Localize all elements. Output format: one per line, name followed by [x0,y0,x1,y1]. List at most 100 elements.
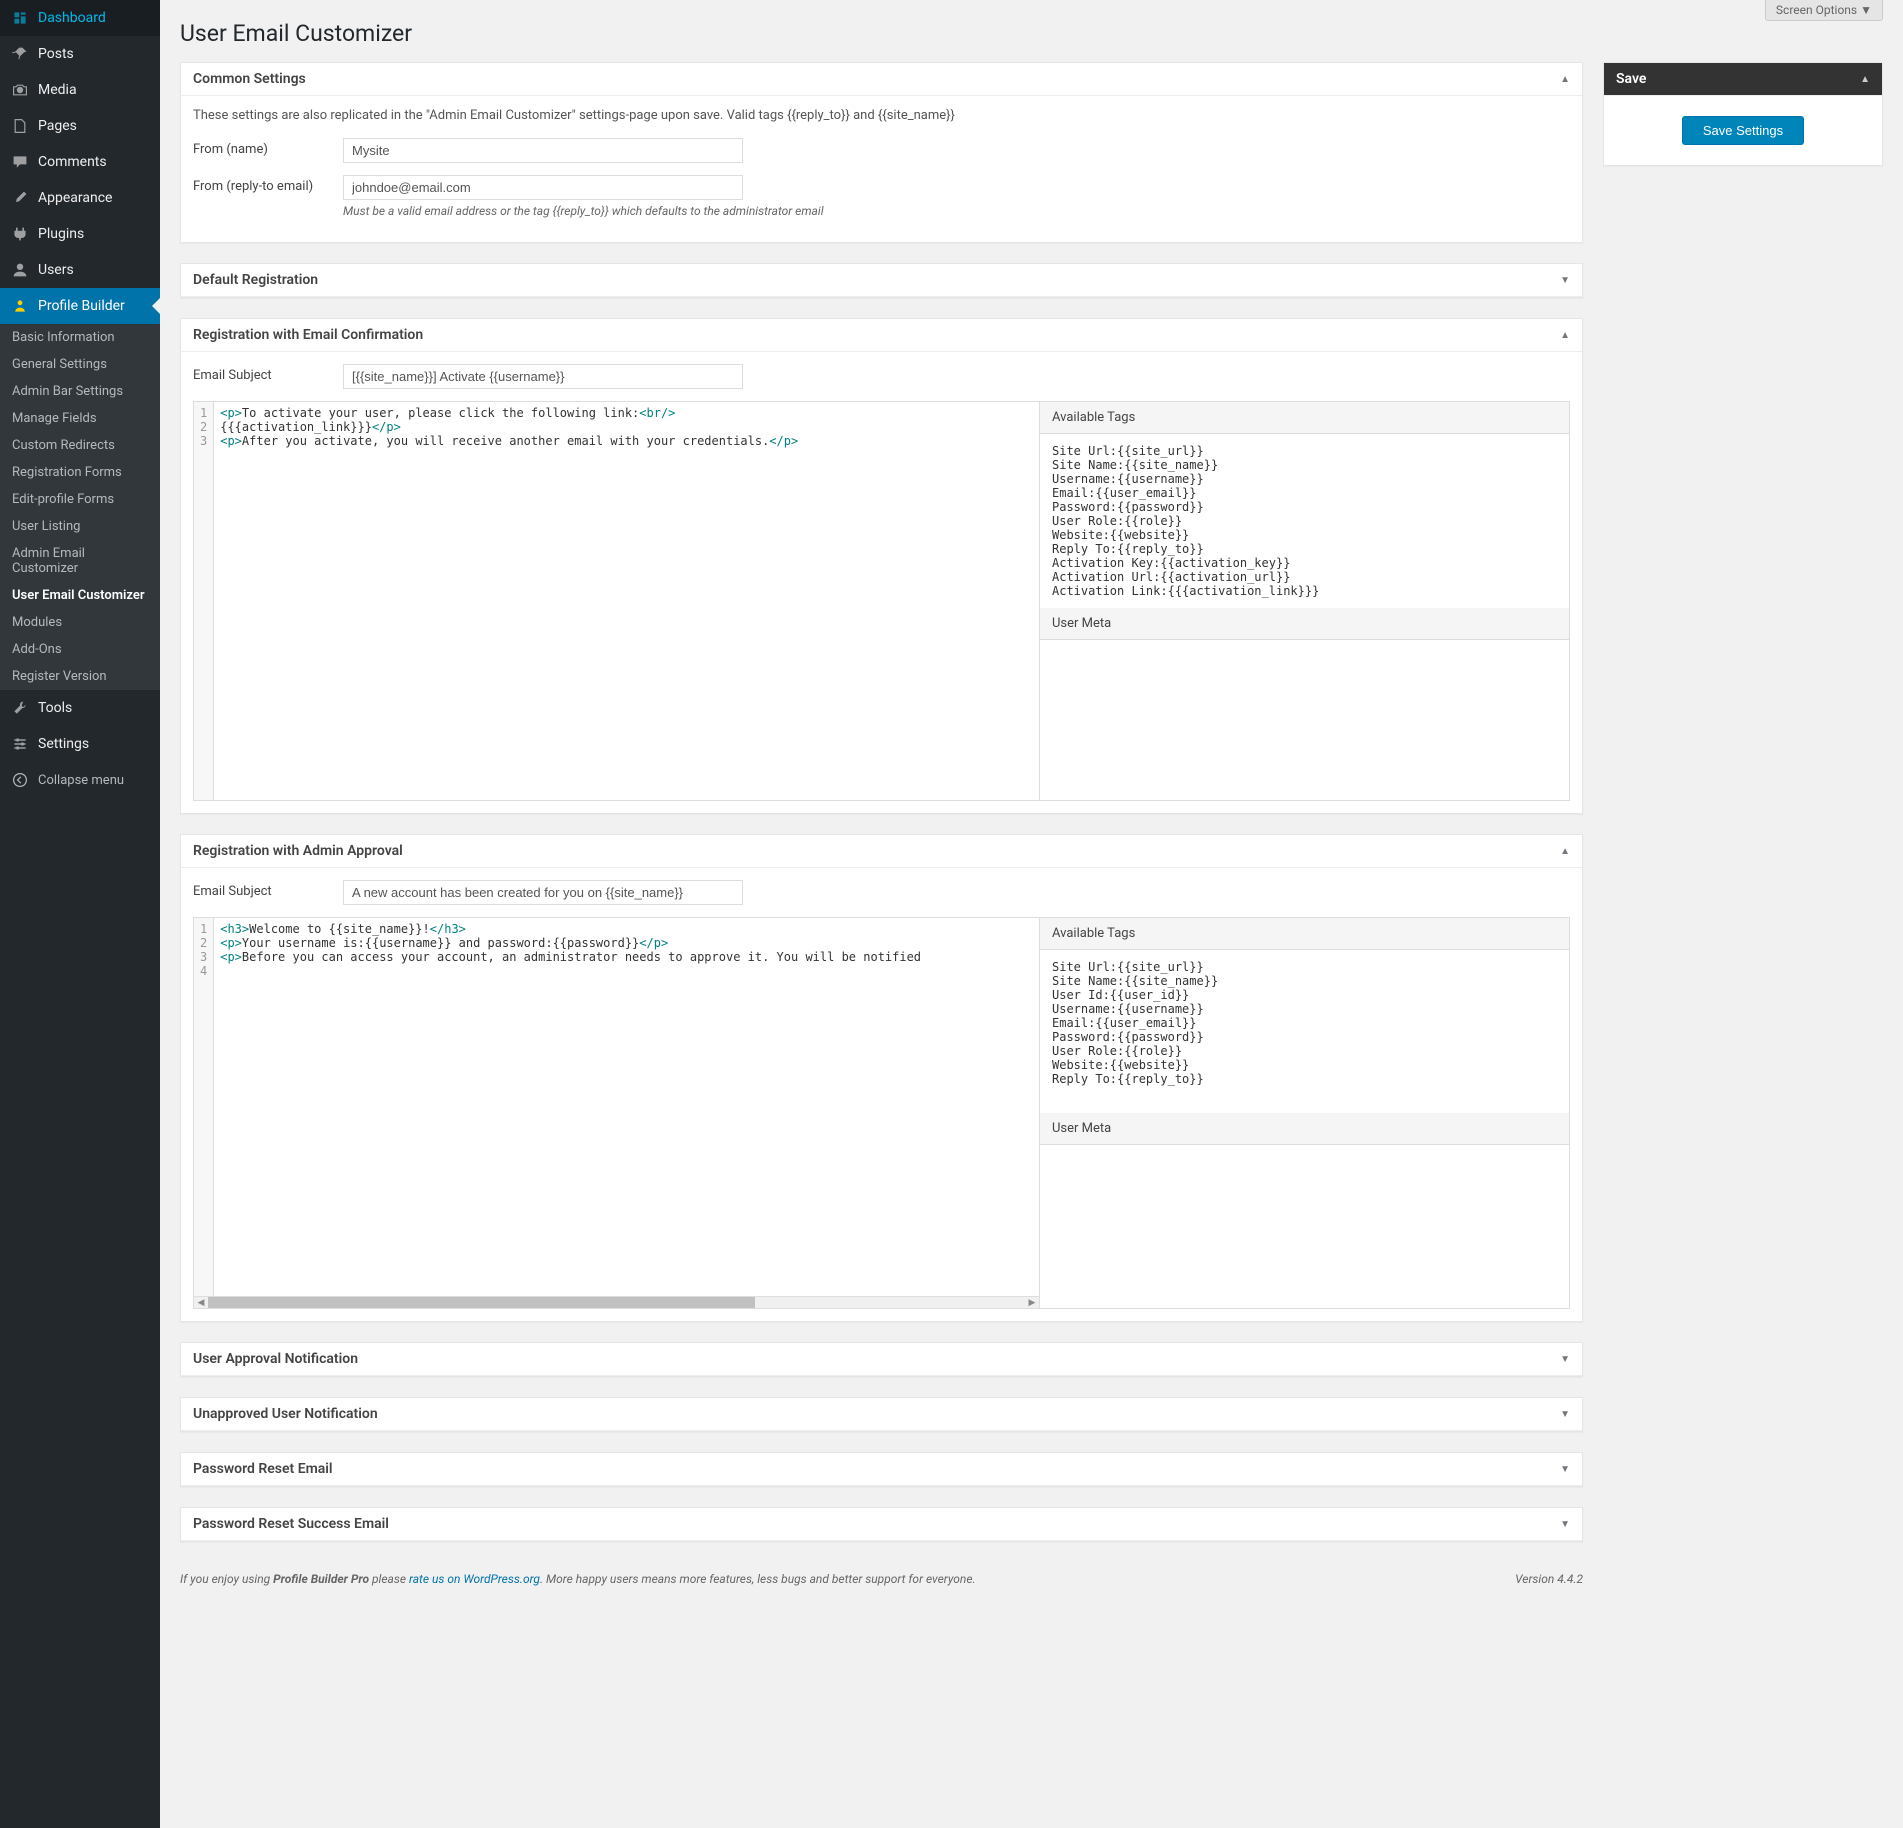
chevron-up-icon: ▲ [1560,846,1570,857]
submenu-basic-info[interactable]: Basic Information [0,324,160,351]
box-header[interactable]: Password Reset Email ▼ [181,1453,1582,1486]
chevron-down-icon: ▼ [1560,1354,1570,1365]
editor-code[interactable]: <h3>Welcome to {{site_name}}!</h3> <p>Yo… [214,918,1039,1296]
editor-code[interactable]: <p>To activate your user, please click t… [214,402,1039,800]
rate-link[interactable]: rate us on WordPress.org [409,1572,540,1586]
menu-settings[interactable]: Settings [0,726,160,762]
code-editor[interactable]: 1234 <h3>Welcome to {{site_name}}!</h3> … [193,917,1040,1297]
box-closed: Unapproved User Notification▼ [180,1397,1583,1432]
collapse-label: Collapse menu [38,773,124,788]
submenu-custom-redirects[interactable]: Custom Redirects [0,432,160,459]
menu-dashboard[interactable]: Dashboard [0,0,160,36]
submenu-modules[interactable]: Modules [0,609,160,636]
footer-text: please [369,1572,409,1586]
menu-pages[interactable]: Pages [0,108,160,144]
submenu-user-email-customizer[interactable]: User Email Customizer [0,582,160,609]
menu-plugins[interactable]: Plugins [0,216,160,252]
from-name-input[interactable] [343,138,743,163]
from-email-help: Must be a valid email address or the tag… [343,204,1570,218]
menu-appearance[interactable]: Appearance [0,180,160,216]
plug-icon [10,224,30,244]
box-title: User Approval Notification [193,1351,358,1367]
tags-panel: Available Tags Site Url:{{site_url}} Sit… [1040,401,1570,801]
box-default-reg-header[interactable]: Default Registration ▼ [181,264,1582,297]
box-email-confirmation: Registration with Email Confirmation ▲ E… [180,318,1583,814]
comment-icon [10,152,30,172]
box-common-header[interactable]: Common Settings ▲ [181,63,1582,96]
save-settings-button[interactable]: Save Settings [1682,116,1804,145]
box-title: Registration with Admin Approval [193,843,403,859]
submenu-admin-bar[interactable]: Admin Bar Settings [0,378,160,405]
box-header[interactable]: User Approval Notification ▼ [181,1343,1582,1376]
scroll-right-icon[interactable]: ▶ [1025,1298,1039,1308]
menu-label: Plugins [38,226,84,242]
user-meta-header[interactable]: User Meta [1040,1113,1569,1145]
from-name-label: From (name) [193,138,343,157]
sliders-icon [10,734,30,754]
scroll-left-icon[interactable]: ◀ [194,1298,208,1308]
menu-posts[interactable]: Posts [0,36,160,72]
submenu-admin-email-customizer[interactable]: Admin Email Customizer [0,540,160,582]
box-title: Default Registration [193,272,318,288]
submenu-general-settings[interactable]: General Settings [0,351,160,378]
wrench-icon [10,698,30,718]
box-title: Common Settings [193,71,306,87]
submenu-register-version[interactable]: Register Version [0,663,160,690]
email-subject-input[interactable] [343,364,743,389]
submenu-user-listing[interactable]: User Listing [0,513,160,540]
box-save-header[interactable]: Save ▲ [1604,63,1882,96]
pin-icon [10,44,30,64]
horizontal-scrollbar[interactable]: ◀ ▶ [193,1297,1040,1309]
menu-label: Media [38,82,77,98]
available-tags-body: Site Url:{{site_url}} Site Name:{{site_n… [1040,950,1569,1113]
box-admin-approval-header[interactable]: Registration with Admin Approval ▲ [181,835,1582,868]
email-subject-label: Email Subject [193,364,343,383]
box-title: Password Reset Email [193,1461,333,1477]
email-subject-input[interactable] [343,880,743,905]
menu-label: Pages [38,118,77,134]
menu-label: Settings [38,736,89,752]
box-header[interactable]: Unapproved User Notification▼ [181,1398,1582,1431]
box-header[interactable]: Password Reset Success Email▼ [181,1508,1582,1541]
menu-media[interactable]: Media [0,72,160,108]
screen-options-label: Screen Options [1776,3,1857,17]
available-tags-header[interactable]: Available Tags [1040,918,1569,950]
box-default-registration: Default Registration ▼ [180,263,1583,298]
available-tags-header[interactable]: Available Tags [1040,402,1569,434]
submenu-addons[interactable]: Add-Ons [0,636,160,663]
box-common-settings: Common Settings ▲ These settings are als… [180,62,1583,243]
menu-label: Comments [38,154,107,170]
user-meta-body [1040,1145,1569,1308]
box-title: Password Reset Success Email [193,1516,389,1532]
box-closed: Password Reset Success Email▼ [180,1507,1583,1542]
box-email-conf-header[interactable]: Registration with Email Confirmation ▲ [181,319,1582,352]
user-meta-header[interactable]: User Meta [1040,608,1569,640]
box-title: Registration with Email Confirmation [193,327,423,343]
screen-options-tab[interactable]: Screen Options ▼ [1765,0,1883,21]
media-icon [10,80,30,100]
dashboard-icon [10,8,30,28]
version-label: Version 4.4.2 [1515,1572,1583,1586]
menu-label: Dashboard [38,10,106,26]
box-save: Save ▲ Save Settings [1603,62,1883,166]
submenu-manage-fields[interactable]: Manage Fields [0,405,160,432]
scrollbar-thumb[interactable] [208,1297,755,1308]
submenu-registration-forms[interactable]: Registration Forms [0,459,160,486]
from-email-input[interactable] [343,175,743,200]
editor-gutter: 123 [194,402,214,800]
menu-profile-builder[interactable]: Profile Builder [0,288,160,324]
footer: If you enjoy using Profile Builder Pro p… [180,1572,1583,1586]
chevron-down-icon: ▼ [1560,1464,1570,1475]
code-editor[interactable]: 123 <p>To activate your user, please cli… [193,401,1040,801]
chevron-up-icon: ▲ [1860,74,1870,85]
submenu-edit-profile-forms[interactable]: Edit-profile Forms [0,486,160,513]
menu-tools[interactable]: Tools [0,690,160,726]
menu-comments[interactable]: Comments [0,144,160,180]
collapse-menu[interactable]: Collapse menu [0,762,160,798]
brush-icon [10,188,30,208]
chevron-up-icon: ▲ [1560,74,1570,85]
chevron-down-icon: ▼ [1860,3,1872,17]
box-title: Save [1616,71,1646,87]
menu-users[interactable]: Users [0,252,160,288]
submenu-profile-builder: Basic Information General Settings Admin… [0,324,160,690]
